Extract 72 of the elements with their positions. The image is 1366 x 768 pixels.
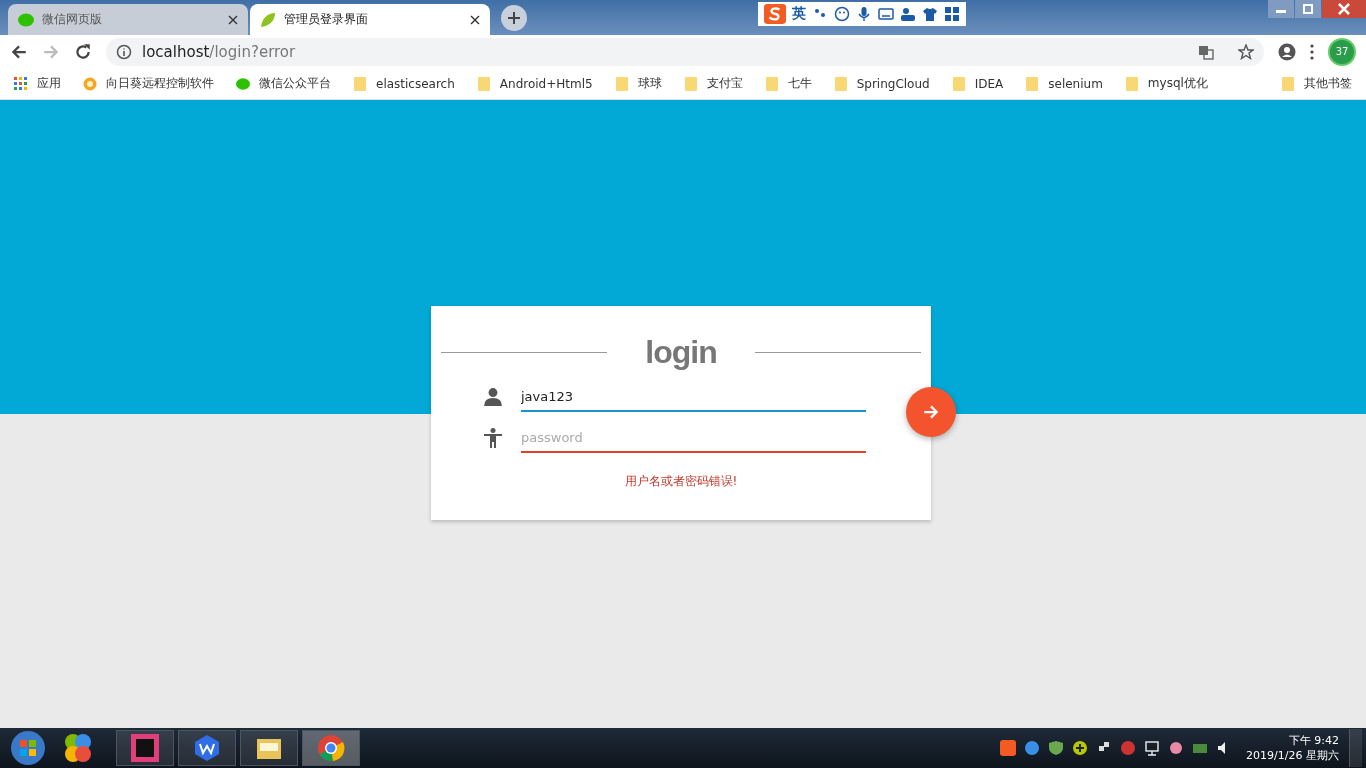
login-title: login [645, 334, 717, 371]
app-icon[interactable] [62, 732, 94, 764]
close-window-button[interactable] [1322, 0, 1366, 18]
restore-button[interactable] [1295, 0, 1321, 18]
bookmark[interactable]: mysql优化 [1124, 75, 1208, 92]
folder-icon [683, 76, 698, 91]
bookmark[interactable]: 支付宝 [683, 75, 743, 92]
microphone-icon[interactable] [856, 6, 872, 22]
keyboard-icon[interactable] [878, 6, 894, 22]
info-icon [116, 43, 132, 60]
hexagon-icon [193, 734, 221, 762]
submit-button[interactable] [906, 387, 956, 437]
error-message: 用户名或者密码错误! [623, 473, 739, 490]
bookmark[interactable]: SpringCloud [833, 76, 930, 91]
star-icon[interactable] [1238, 43, 1254, 60]
bookmark[interactable]: selenium [1025, 76, 1103, 91]
translate-icon[interactable] [1198, 43, 1214, 60]
reload-button[interactable] [74, 42, 92, 61]
folder-icon [353, 76, 367, 91]
start-button[interactable] [10, 730, 46, 766]
folder-icon [614, 76, 629, 91]
plus-circle-icon[interactable] [1072, 740, 1089, 756]
shirt-icon[interactable] [922, 6, 938, 22]
clock-date: 2019/1/26 星期六 [1246, 748, 1339, 763]
sunflower-icon [83, 76, 97, 91]
bookmark[interactable]: IDEA [951, 76, 1004, 91]
input-mode-toggle[interactable]: 英 [792, 5, 806, 23]
ime-tray-icon[interactable] [1000, 740, 1017, 756]
globe-icon[interactable] [1024, 740, 1041, 756]
clock-time: 下午 9:42 [1288, 733, 1339, 748]
close-icon[interactable] [228, 14, 238, 25]
folder-icon [764, 76, 779, 91]
folder-icon [1025, 76, 1040, 91]
tray-app-icon[interactable] [1120, 740, 1137, 756]
bookmark[interactable]: 七牛 [764, 75, 812, 92]
folder-icon [476, 76, 491, 91]
arrow-right-icon [922, 403, 940, 421]
grid-icon[interactable] [944, 6, 960, 22]
browser-tab[interactable]: 微信网页版 [8, 4, 248, 35]
address-bar[interactable]: localhost/login?error [106, 37, 1264, 66]
taskbar-button[interactable] [240, 730, 298, 766]
user-icon [483, 386, 503, 407]
minimize-button[interactable] [1268, 0, 1294, 18]
menu-icon[interactable] [1310, 43, 1314, 60]
browser-icon [317, 734, 345, 762]
bookmark[interactable]: 微信公众平台 [236, 75, 331, 92]
password-field[interactable]: password [521, 422, 866, 453]
folder-icon [951, 76, 966, 91]
bookmark[interactable]: 向日葵远程控制软件 [83, 75, 214, 92]
bookmark[interactable]: elasticsearch [353, 76, 455, 91]
ide-icon [131, 734, 159, 762]
close-icon[interactable] [470, 14, 480, 25]
shield-icon[interactable] [1048, 740, 1065, 756]
taskbar-button[interactable] [178, 730, 236, 766]
clock[interactable]: 下午 9:42 2019/1/26 星期六 [1246, 733, 1339, 763]
bookmark[interactable]: 其他书签 [1281, 75, 1352, 92]
account-icon[interactable] [1278, 42, 1296, 61]
network-icon[interactable] [1144, 740, 1161, 756]
browser-tab[interactable]: 管理员登录界面 [250, 4, 490, 35]
bookmark[interactable]: 球球 [614, 75, 662, 92]
bookmark[interactable]: Android+Html5 [476, 76, 593, 91]
accessibility-icon [483, 427, 503, 448]
folder-icon [833, 76, 848, 91]
apps-grid-icon [14, 76, 28, 91]
smiley-icon[interactable] [834, 6, 850, 22]
new-tab-button[interactable] [500, 4, 528, 32]
person-icon[interactable] [900, 6, 916, 22]
folder-icon [1281, 76, 1295, 91]
leaf-icon [260, 11, 276, 28]
bookmark[interactable]: 应用 [14, 75, 61, 92]
username-field[interactable]: java123 [521, 381, 866, 412]
folder-icon [1124, 76, 1139, 91]
